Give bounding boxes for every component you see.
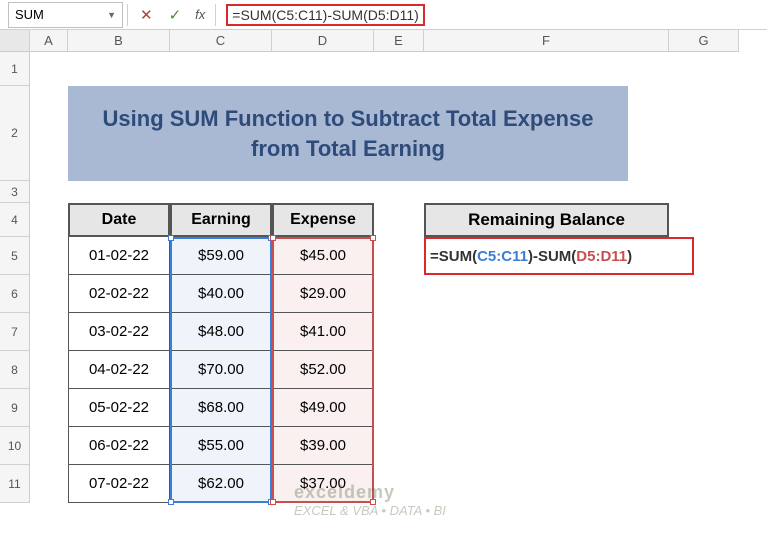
row-header[interactable]: 6 [0, 275, 30, 313]
chevron-down-icon[interactable]: ▼ [107, 10, 116, 20]
watermark: exceldemy EXCEL & VBA • DATA • BI [294, 482, 446, 518]
header-balance[interactable]: Remaining Balance [424, 203, 669, 237]
col-header-f[interactable]: F [424, 30, 669, 52]
select-all-corner[interactable] [0, 30, 30, 52]
col-header-d[interactable]: D [272, 30, 374, 52]
row-header[interactable]: 4 [0, 203, 30, 237]
formula-bar-text: =SUM(C5:C11)-SUM(D5:D11) [226, 4, 425, 26]
table-row: 05-02-22$68.00$49.00 [68, 389, 374, 427]
name-box[interactable]: SUM ▼ [8, 2, 123, 28]
row-header[interactable]: 5 [0, 237, 30, 275]
col-header-e[interactable]: E [374, 30, 424, 52]
col-header-a[interactable]: A [30, 30, 68, 52]
fx-icon[interactable]: fx [189, 5, 211, 24]
table-row: 01-02-22$59.00$45.00 [68, 237, 374, 275]
data-table: Date Earning Expense 01-02-22$59.00$45.0… [68, 203, 374, 503]
page-title: Using SUM Function to Subtract Total Exp… [68, 86, 628, 181]
row-header[interactable]: 2 [0, 86, 30, 181]
spreadsheet-grid: A B C D E F G 1 2 3 4 5 6 7 8 9 10 11 Us… [0, 30, 767, 503]
row-header[interactable]: 9 [0, 389, 30, 427]
header-expense[interactable]: Expense [272, 203, 374, 237]
formula-bar-area: SUM ▼ ✕ ✓ fx =SUM(C5:C11)-SUM(D5:D11) [0, 0, 767, 30]
row-header[interactable]: 8 [0, 351, 30, 389]
name-box-value: SUM [15, 7, 107, 22]
col-header-b[interactable]: B [68, 30, 170, 52]
col-header-g[interactable]: G [669, 30, 739, 52]
table-row: 04-02-22$70.00$52.00 [68, 351, 374, 389]
header-earning[interactable]: Earning [170, 203, 272, 237]
row-header[interactable]: 10 [0, 427, 30, 465]
table-row: 03-02-22$48.00$41.00 [68, 313, 374, 351]
table-row: 02-02-22$40.00$29.00 [68, 275, 374, 313]
col-header-c[interactable]: C [170, 30, 272, 52]
header-date[interactable]: Date [68, 203, 170, 237]
cancel-icon[interactable]: ✕ [132, 4, 161, 26]
table-row: 06-02-22$55.00$39.00 [68, 427, 374, 465]
formula-bar-input[interactable]: =SUM(C5:C11)-SUM(D5:D11) [220, 2, 767, 28]
row-header[interactable]: 1 [0, 52, 30, 86]
confirm-icon[interactable]: ✓ [161, 4, 190, 26]
row-header[interactable]: 11 [0, 465, 30, 503]
row-header[interactable]: 7 [0, 313, 30, 351]
row-header[interactable]: 3 [0, 181, 30, 203]
active-cell-f5[interactable]: =SUM(C5:C11)-SUM(D5:D11) [424, 237, 694, 275]
